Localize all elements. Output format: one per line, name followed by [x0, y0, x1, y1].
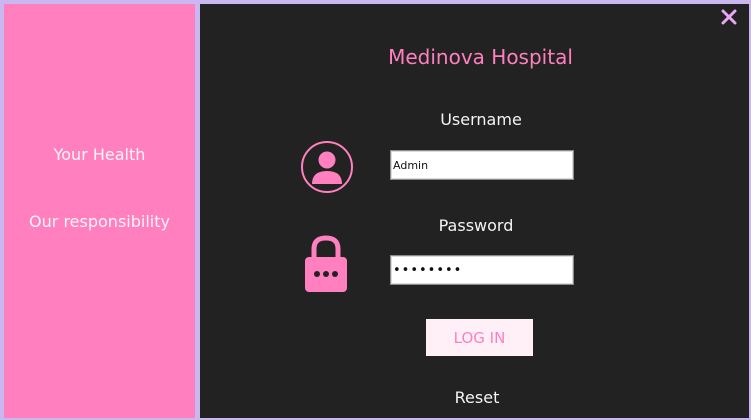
app-title: Medinova Hospital	[388, 45, 573, 69]
tagline-health: Your Health	[53, 145, 146, 164]
main-panel: Medinova Hospital Username Password LOG …	[200, 4, 749, 418]
lock-icon	[305, 235, 347, 292]
left-panel: Your Health Our responsibility	[4, 4, 195, 418]
user-icon	[301, 141, 353, 193]
close-icon[interactable]	[721, 9, 737, 25]
password-input[interactable]	[390, 255, 574, 285]
password-label: Password	[438, 216, 514, 235]
tagline-responsibility: Our responsibility	[29, 212, 170, 231]
username-input[interactable]	[390, 150, 574, 180]
login-window: Your Health Our responsibility Medinova …	[0, 0, 751, 420]
login-button[interactable]: LOG IN	[426, 319, 533, 356]
reset-link[interactable]: Reset	[427, 388, 527, 407]
username-label: Username	[440, 110, 522, 129]
